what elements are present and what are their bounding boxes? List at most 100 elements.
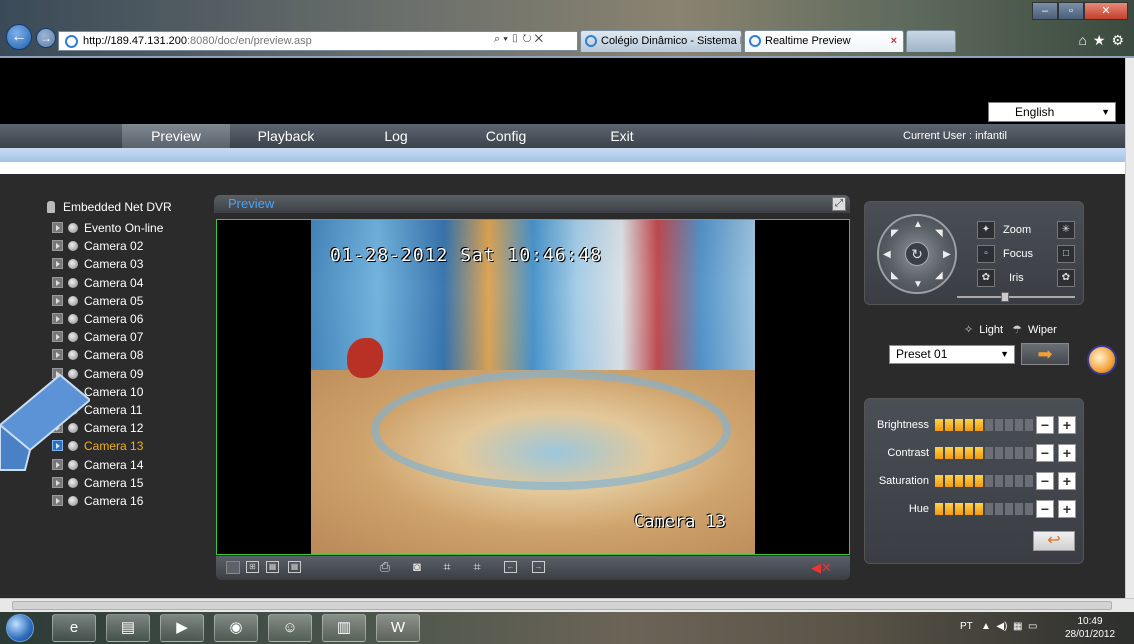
expand-icon[interactable]	[52, 294, 63, 306]
scrollbar-thumb[interactable]	[12, 601, 1112, 610]
messenger-taskbar-icon[interactable]: ☺	[268, 614, 312, 642]
reset-button[interactable]: ↩	[1033, 531, 1075, 551]
fullscreen-icon[interactable]: ⤢	[832, 197, 846, 211]
tree-item[interactable]: Camera 02	[52, 238, 143, 254]
left-arrow-icon[interactable]: ◀	[883, 249, 891, 260]
expand-icon[interactable]	[52, 349, 63, 361]
scanner-taskbar-icon[interactable]: ▥	[322, 614, 366, 642]
ptz-direction-dial[interactable]: ▲ ▼ ◀ ▶ ◤ ◥ ◣ ◢ ↻	[877, 214, 957, 294]
increase-button[interactable]: +	[1058, 416, 1076, 434]
menu-playback[interactable]: Playback	[232, 124, 340, 148]
focus-far-icon[interactable]: □	[1057, 245, 1075, 263]
increase-button[interactable]: +	[1058, 444, 1076, 462]
address-tools[interactable]: ⌕ ▾ ▯ ↻ ✕	[494, 33, 543, 46]
next-page-icon[interactable]: →	[532, 561, 545, 573]
expand-icon[interactable]	[52, 495, 63, 506]
tree-item[interactable]: Camera 06	[52, 311, 143, 327]
tree-item[interactable]: Camera 16	[52, 493, 143, 509]
media-taskbar-icon[interactable]: ▶	[160, 614, 204, 642]
ie-taskbar-icon[interactable]: e	[52, 614, 96, 642]
snapshot-icon[interactable]: ◙	[408, 559, 426, 575]
zoom-out-icon[interactable]: ✳	[1057, 221, 1075, 239]
menu-exit[interactable]: Exit	[568, 124, 676, 148]
tray-icons[interactable]: ▲ ◀) ▦ ▭	[975, 621, 1038, 632]
language-select[interactable]: English ▼	[988, 102, 1116, 122]
start-button[interactable]	[6, 614, 34, 642]
up-right-arrow-icon[interactable]: ◥	[935, 228, 943, 239]
menu-preview[interactable]: Preview	[122, 124, 230, 148]
focus-near-icon[interactable]: ▫	[977, 245, 995, 263]
decrease-button[interactable]: −	[1036, 416, 1054, 434]
expand-icon[interactable]	[52, 331, 63, 343]
explorer-taskbar-icon[interactable]: ▤	[106, 614, 150, 642]
layout-9-button[interactable]: ▦	[266, 561, 279, 573]
decrease-button[interactable]: −	[1036, 472, 1054, 490]
tree-item[interactable]: Camera 05	[52, 293, 143, 309]
tray-language[interactable]: PT	[960, 621, 973, 632]
increase-button[interactable]: +	[1058, 500, 1076, 518]
forward-button[interactable]: →	[36, 28, 56, 48]
decrease-button[interactable]: −	[1036, 500, 1054, 518]
tab-colegio[interactable]: Colégio Dinâmico - Sistema ET...	[580, 30, 742, 52]
tree-item[interactable]: Camera 04	[52, 275, 143, 291]
decrease-button[interactable]: −	[1036, 444, 1054, 462]
tree-item[interactable]: Evento On-line	[52, 220, 163, 236]
tab-realtime-preview[interactable]: Realtime Preview ×	[744, 30, 904, 52]
vertical-scrollbar[interactable]	[1125, 58, 1134, 598]
expand-icon[interactable]	[52, 240, 63, 252]
down-arrow-icon[interactable]: ▼	[913, 279, 923, 290]
browser-toolbar-icons[interactable]: ⌂★⚙	[1078, 32, 1130, 49]
iris-open-icon[interactable]: ✿	[977, 269, 995, 287]
clock[interactable]: 10:49 28/01/2012	[1062, 615, 1118, 641]
firefox-taskbar-icon[interactable]: ◉	[214, 614, 258, 642]
up-arrow-icon[interactable]: ▲	[913, 219, 923, 230]
wiper-icon[interactable]: ☂	[1012, 323, 1022, 336]
expand-icon[interactable]	[52, 258, 63, 270]
down-left-arrow-icon[interactable]: ◣	[891, 270, 899, 281]
layout-4-button[interactable]: ⊞	[246, 561, 259, 573]
menu-log[interactable]: Log	[342, 124, 450, 148]
right-arrow-icon[interactable]: ▶	[943, 249, 951, 260]
layout-1-button[interactable]	[226, 561, 240, 574]
goto-preset-button[interactable]: ➡	[1021, 343, 1069, 365]
speaker-icon[interactable]: ◀✕	[811, 560, 832, 576]
tree-item[interactable]: Camera 03	[52, 256, 143, 272]
back-button[interactable]: ←	[6, 24, 32, 50]
horizontal-scrollbar[interactable]	[0, 598, 1134, 612]
expand-icon[interactable]	[52, 222, 63, 233]
video-window[interactable]	[216, 219, 850, 555]
word-taskbar-icon[interactable]: W	[376, 614, 420, 642]
system-tray[interactable]: PT ▲ ◀) ▦ ▭	[960, 621, 1037, 632]
tree-item[interactable]: Camera 07	[52, 329, 143, 345]
maximize-button[interactable]: ▫	[1058, 2, 1084, 20]
tree-item-label: Camera 15	[84, 475, 144, 490]
increase-button[interactable]: +	[1058, 472, 1076, 490]
new-tab-button[interactable]	[906, 30, 956, 52]
stop-all-icon[interactable]: ⌗	[468, 559, 486, 575]
record-icon[interactable]: ⎙	[376, 559, 394, 575]
layout-16-button[interactable]: ▦	[288, 561, 301, 573]
zoom-in-icon[interactable]: ✦	[977, 221, 995, 239]
iris-close-icon[interactable]: ✿	[1057, 269, 1075, 287]
menu-config[interactable]: Config	[452, 124, 560, 148]
level-segment	[1005, 503, 1013, 515]
slider-knob[interactable]	[1001, 292, 1009, 302]
light-icon[interactable]: ✧	[964, 323, 973, 336]
tree-root[interactable]: Embedded Net DVR	[47, 200, 172, 214]
close-tab-icon[interactable]: ×	[891, 31, 897, 51]
side-app-icon[interactable]	[1087, 345, 1117, 375]
start-all-icon[interactable]: ⌗	[438, 559, 456, 575]
auto-pan-icon[interactable]: ↻	[905, 242, 929, 266]
camera-icon	[68, 223, 78, 233]
ptz-speed-slider[interactable]	[957, 292, 1075, 302]
close-window-button[interactable]: ✕	[1084, 2, 1128, 20]
up-left-arrow-icon[interactable]: ◤	[891, 228, 899, 239]
expand-icon[interactable]	[52, 313, 63, 324]
down-right-arrow-icon[interactable]: ◢	[935, 270, 943, 281]
prev-page-icon[interactable]: ←	[504, 561, 517, 573]
tree-item[interactable]: Camera 08	[52, 347, 143, 363]
preset-select[interactable]: Preset 01 ▼	[889, 345, 1015, 364]
level-segment	[1025, 503, 1033, 515]
minimize-button[interactable]: –	[1032, 2, 1058, 20]
expand-icon[interactable]	[52, 276, 63, 288]
